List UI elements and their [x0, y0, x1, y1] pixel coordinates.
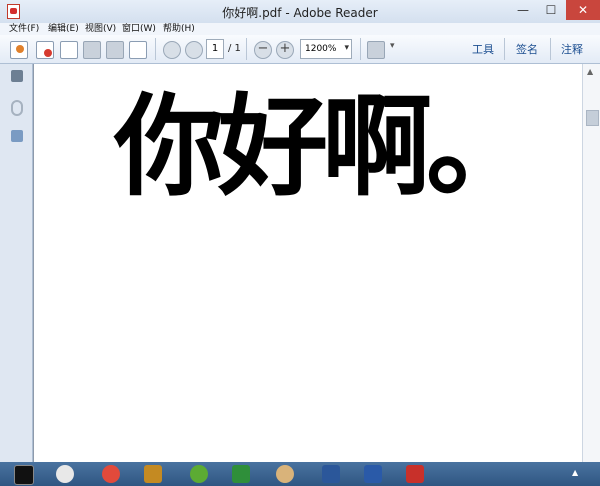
menu-window[interactable]: 窗口(W) [122, 23, 156, 35]
cmd-app-icon[interactable] [14, 465, 34, 485]
scrollbar-thumb[interactable] [586, 110, 599, 126]
talk-app-icon[interactable] [56, 465, 74, 483]
edit-pdf-icon[interactable] [60, 41, 78, 59]
browser-app-icon[interactable] [190, 465, 208, 483]
toolbar-divider [155, 38, 156, 60]
tab-sign[interactable]: 签名 [516, 41, 538, 57]
scroll-up-arrow-icon[interactable]: ▲ [587, 67, 593, 76]
layers-icon[interactable] [11, 130, 23, 142]
toolbar-divider [360, 38, 361, 60]
menu-help[interactable]: 帮助(H) [163, 23, 195, 35]
fit-page-icon[interactable] [367, 41, 385, 59]
word-app-icon[interactable] [364, 465, 382, 483]
acrobat-app-icon[interactable] [406, 465, 424, 483]
word-blue-app-icon[interactable] [322, 465, 340, 483]
close-button[interactable]: ✕ [566, 0, 600, 20]
page-total-label: / 1 [228, 43, 241, 54]
print-icon[interactable] [106, 41, 124, 59]
maximize-button[interactable]: ☐ [538, 0, 564, 20]
navigation-panel [0, 64, 33, 462]
document-content: 你好啊。 [114, 82, 536, 211]
paint-app-icon[interactable] [276, 465, 294, 483]
zoom-in-button[interactable]: + [276, 41, 294, 59]
email-icon[interactable] [129, 41, 147, 59]
zoom-out-button[interactable]: − [254, 41, 272, 59]
zoom-value: 1200% [305, 44, 337, 54]
menu-file[interactable]: 文件(F) [9, 23, 39, 35]
vertical-scrollbar[interactable]: ▲ [582, 64, 600, 462]
chevron-down-icon[interactable]: ▾ [344, 39, 349, 57]
previous-page-icon[interactable] [163, 41, 181, 59]
toolbar-divider [246, 38, 247, 60]
create-pdf-icon[interactable] [10, 41, 28, 59]
tab-tools[interactable]: 工具 [472, 41, 494, 57]
tray-expand-arrow-icon[interactable]: ▲ [572, 468, 578, 477]
page-thumbnails-icon[interactable] [11, 70, 23, 82]
minimize-button[interactable]: — [510, 0, 536, 20]
menu-view[interactable]: 视图(V) [85, 23, 116, 35]
game-app-icon[interactable] [144, 465, 162, 483]
toolbar-divider [504, 38, 505, 60]
page-number-input[interactable]: 1 [206, 39, 224, 59]
vim-app-icon[interactable] [232, 465, 250, 483]
document-view[interactable]: 你好啊。 [33, 64, 583, 462]
attachments-paperclip-icon[interactable] [11, 100, 23, 116]
export-pdf-icon[interactable] [36, 41, 54, 59]
zoom-select[interactable]: 1200% ▾ [300, 39, 352, 59]
menu-bar: 文件(F) 编辑(E) 视图(V) 窗口(W) 帮助(H) [0, 23, 600, 35]
next-page-icon[interactable] [185, 41, 203, 59]
minus-icon: − [257, 41, 269, 56]
toolbar-divider [550, 38, 551, 60]
save-icon[interactable] [83, 41, 101, 59]
title-bar: 你好啊.pdf - Adobe Reader — ☐ ✕ [0, 0, 600, 24]
more-tools-chevron-icon[interactable]: ▾ [390, 41, 398, 57]
tab-comment[interactable]: 注释 [561, 41, 583, 57]
menu-edit[interactable]: 编辑(E) [48, 23, 79, 35]
taskbar: ▲ [0, 462, 600, 486]
weibo-app-icon[interactable] [102, 465, 120, 483]
plus-icon: + [279, 41, 291, 56]
